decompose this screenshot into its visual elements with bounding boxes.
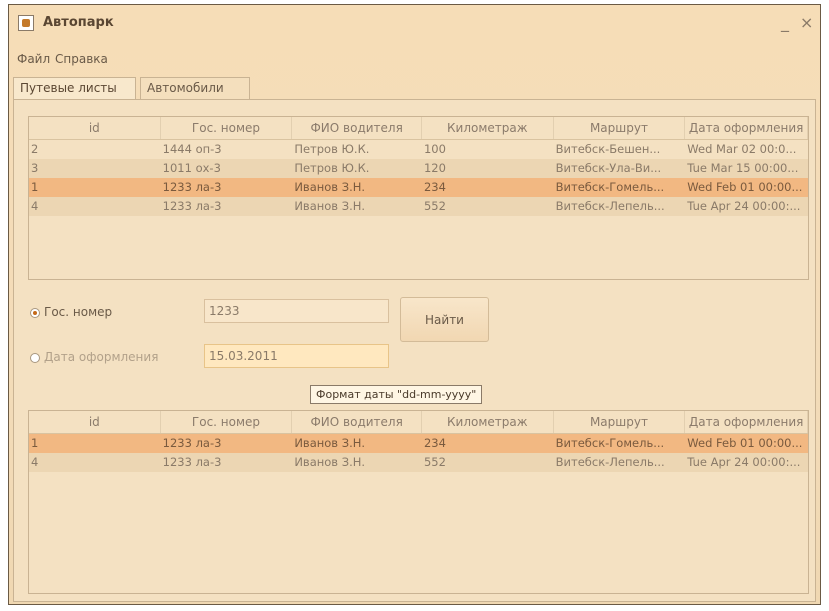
close-button[interactable]: × [800, 13, 813, 32]
cell-plate: 1233 ла-3 [162, 455, 222, 469]
table-header: id Гос. номер ФИО водителя Километраж Ма… [29, 411, 808, 434]
column-header-id[interactable]: id [29, 411, 161, 433]
cell-mileage: 100 [423, 142, 446, 156]
cell-date: Wed Feb 01 00:00... [687, 436, 803, 450]
column-header-plate[interactable]: Гос. номер [161, 117, 293, 139]
search-results-table[interactable]: id Гос. номер ФИО водителя Километраж Ма… [28, 410, 809, 594]
cell-date: Tue Apr 24 00:00:... [687, 455, 801, 469]
cell-id: 1 [31, 436, 39, 450]
cell-driver: Иванов З.Н. [294, 436, 366, 450]
cell-route: Витебск-Гомель... [555, 180, 665, 194]
column-header-date[interactable]: Дата оформления [685, 117, 808, 139]
date-radio-label: Дата оформления [44, 350, 159, 364]
column-header-mileage[interactable]: Километраж [422, 117, 554, 139]
cell-route: Витебск-Бешен... [555, 142, 661, 156]
find-button[interactable]: Найти [400, 297, 489, 342]
waybills-table[interactable]: id Гос. номер ФИО водителя Километраж Ма… [28, 116, 809, 280]
plate-input[interactable]: 1233 [204, 299, 389, 323]
cell-date: Wed Feb 01 00:00... [687, 180, 803, 194]
cell-route: Витебск-Гомель... [555, 436, 665, 450]
cell-route: Витебск-Лепель... [555, 199, 665, 213]
column-header-plate[interactable]: Гос. номер [161, 411, 293, 433]
cell-mileage: 552 [423, 455, 446, 469]
waybills-panel: id Гос. номер ФИО водителя Километраж Ма… [13, 99, 816, 602]
table-header: id Гос. номер ФИО водителя Километраж Ма… [29, 117, 808, 140]
cell-plate: 1233 ла-3 [162, 180, 222, 194]
cell-id: 4 [31, 199, 39, 213]
cell-plate: 1444 оп-3 [162, 142, 222, 156]
table-row-selected[interactable]: 1 1233 ла-3 Иванов З.Н. 234 Витебск-Гоме… [29, 178, 808, 197]
cell-plate: 1233 ла-3 [162, 199, 222, 213]
column-header-route[interactable]: Маршрут [554, 117, 686, 139]
radio-unselected-icon [30, 352, 40, 363]
cell-id: 3 [31, 161, 39, 175]
cell-plate: 1011 ох-3 [162, 161, 221, 175]
date-format-tooltip: Формат даты "dd-mm-yyyy" [310, 385, 483, 404]
java-app-icon [18, 15, 34, 31]
column-header-route[interactable]: Маршрут [554, 411, 686, 433]
cell-driver: Петров Ю.К. [294, 142, 370, 156]
plate-radio-label: Гос. номер [44, 305, 113, 319]
table-row[interactable]: 3 1011 ох-3 Петров Ю.К. 120 Витебск-Ула-… [29, 159, 808, 178]
table-row[interactable]: 4 1233 ла-3 Иванов З.Н. 552 Витебск-Лепе… [29, 453, 808, 472]
window-title: Автопарк [43, 15, 114, 30]
cell-id: 1 [31, 180, 39, 194]
tab-waybills[interactable]: Путевые листы [13, 77, 136, 99]
radio-selected-icon [30, 307, 40, 318]
cell-mileage: 234 [423, 436, 446, 450]
menu-bar: Файл Справка [9, 49, 820, 71]
cell-mileage: 234 [423, 180, 446, 194]
minimize-button[interactable]: _ [781, 13, 789, 32]
tab-cars[interactable]: Автомобили [140, 77, 250, 99]
title-bar: Автопарк _ × [9, 5, 820, 45]
menu-file[interactable]: Файл [17, 52, 50, 66]
plate-radio[interactable]: Гос. номер [30, 305, 112, 319]
cell-date: Wed Mar 02 00:0... [687, 142, 797, 156]
column-header-driver[interactable]: ФИО водителя [292, 411, 422, 433]
cell-driver: Иванов З.Н. [294, 180, 366, 194]
column-header-driver[interactable]: ФИО водителя [292, 117, 422, 139]
cell-date: Tue Mar 15 00:00... [687, 161, 799, 175]
date-radio[interactable]: Дата оформления [30, 350, 158, 364]
cell-id: 2 [31, 142, 39, 156]
cell-driver: Иванов З.Н. [294, 199, 366, 213]
app-window: Автопарк _ × Файл Справка Путевые листы … [8, 4, 821, 605]
table-row-selected[interactable]: 1 1233 ла-3 Иванов З.Н. 234 Витебск-Гоме… [29, 434, 808, 453]
table-row[interactable]: 2 1444 оп-3 Петров Ю.К. 100 Витебск-Беше… [29, 140, 808, 159]
cell-route: Витебск-Лепель... [555, 455, 665, 469]
cell-mileage: 120 [423, 161, 446, 175]
cell-date: Tue Apr 24 00:00:... [687, 199, 801, 213]
cell-mileage: 552 [423, 199, 446, 213]
cell-plate: 1233 ла-3 [162, 436, 222, 450]
cell-route: Витебск-Ула-Ви... [555, 161, 662, 175]
cell-driver: Петров Ю.К. [294, 161, 370, 175]
table-row[interactable]: 4 1233 ла-3 Иванов З.Н. 552 Витебск-Лепе… [29, 197, 808, 216]
cell-driver: Иванов З.Н. [294, 455, 366, 469]
date-input[interactable]: 15.03.2011 [204, 344, 389, 368]
column-header-date[interactable]: Дата оформления [685, 411, 808, 433]
cell-id: 4 [31, 455, 39, 469]
column-header-mileage[interactable]: Километраж [422, 411, 554, 433]
menu-help[interactable]: Справка [55, 52, 108, 66]
column-header-id[interactable]: id [29, 117, 161, 139]
